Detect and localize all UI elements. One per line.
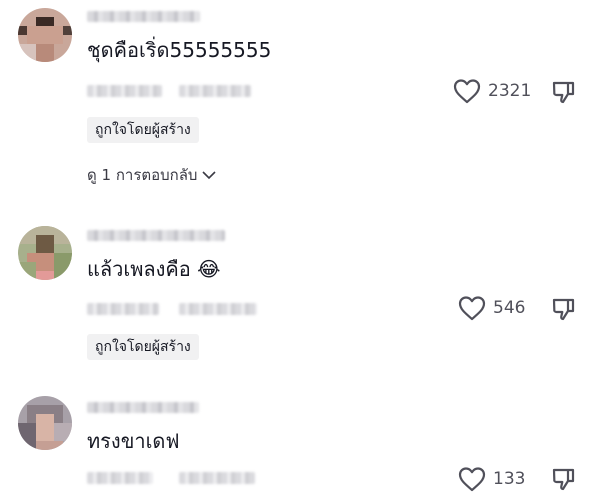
like-button[interactable]: 2321 [452, 77, 531, 105]
like-count: 2321 [488, 81, 532, 101]
comment-text: แล้วเพลงคือ 😂 [87, 257, 221, 281]
username[interactable] [87, 11, 200, 22]
like-button[interactable]: 133 [457, 465, 525, 493]
avatar[interactable] [18, 8, 72, 62]
like-count: 546 [493, 298, 526, 318]
thumbs-down-icon[interactable] [551, 296, 577, 322]
thumbs-down-icon[interactable] [551, 466, 577, 492]
comment-text: ทรงขาเดฟ [87, 429, 180, 453]
heart-outline-icon [458, 467, 486, 492]
chevron-down-icon [202, 171, 217, 180]
heart-outline-icon [453, 79, 481, 104]
comment-text: ชุดคือเริ่ด55555555 [87, 38, 272, 62]
heart-outline-icon [458, 296, 486, 321]
thumbs-down-icon[interactable] [551, 79, 577, 105]
view-replies-button[interactable]: ดู 1 การตอบกลับ [87, 165, 217, 185]
liked-by-creator-badge: ถูกใจโดยผู้สร้าง [87, 117, 199, 143]
like-button[interactable]: 546 [457, 294, 525, 322]
username[interactable] [87, 230, 225, 241]
username[interactable] [87, 402, 199, 413]
laughing-emoji: 😂 [197, 257, 221, 281]
like-count: 133 [493, 469, 526, 489]
liked-by-creator-badge: ถูกใจโดยผู้สร้าง [87, 334, 199, 360]
avatar[interactable] [18, 226, 72, 280]
avatar[interactable] [18, 396, 72, 450]
